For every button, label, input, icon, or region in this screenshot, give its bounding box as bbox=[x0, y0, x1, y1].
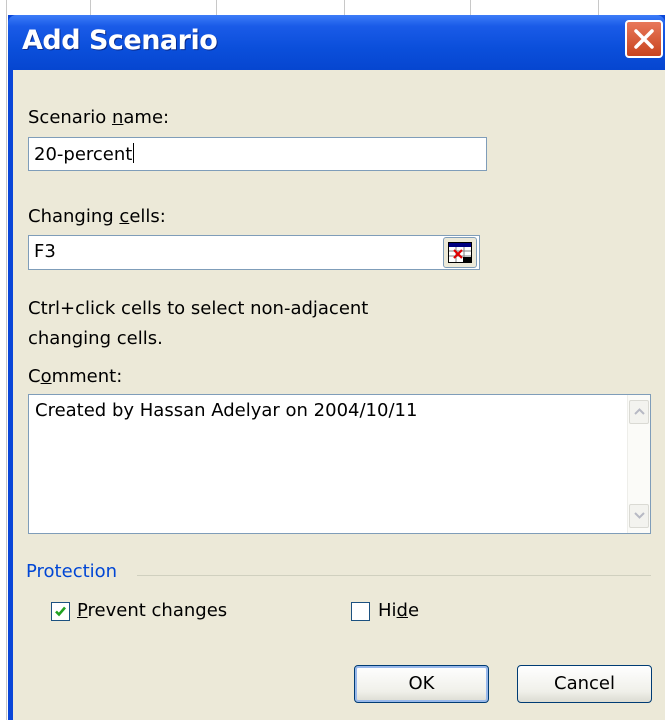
scroll-down-button[interactable] bbox=[629, 504, 649, 528]
title-bar[interactable]: Add Scenario bbox=[8, 15, 665, 70]
changing-cells-hint-line2: changing cells. bbox=[28, 328, 163, 349]
changing-cells-input[interactable]: F3 bbox=[28, 235, 480, 270]
range-selector-icon bbox=[448, 242, 472, 263]
hide-label[interactable]: Hide bbox=[378, 600, 419, 621]
scroll-down-icon bbox=[634, 512, 645, 519]
close-icon bbox=[634, 29, 654, 49]
changing-cells-label: Changing cells: bbox=[28, 206, 166, 227]
prevent-changes-label[interactable]: Prevent changes bbox=[77, 600, 227, 621]
cancel-button[interactable]: Cancel bbox=[517, 665, 652, 703]
comment-text: Created by Hassan Adelyar on 2004/10/11 bbox=[35, 400, 418, 421]
scenario-name-label: Scenario name: bbox=[28, 107, 170, 128]
add-scenario-dialog: Add Scenario Scenario name: 20-percent C… bbox=[8, 15, 665, 720]
comment-textarea[interactable]: Created by Hassan Adelyar on 2004/10/11 bbox=[28, 394, 651, 534]
comment-scrollbar[interactable] bbox=[627, 395, 650, 533]
spreadsheet-gridline bbox=[6, 0, 7, 720]
changing-cells-hint-line1: Ctrl+click cells to select non-adjacent bbox=[28, 298, 369, 319]
dialog-body: Scenario name: 20-percent Changing cells… bbox=[13, 70, 665, 720]
hide-checkbox[interactable] bbox=[351, 602, 370, 621]
comment-label: Comment: bbox=[28, 366, 123, 387]
scroll-up-button[interactable] bbox=[629, 400, 649, 424]
scenario-name-input[interactable]: 20-percent bbox=[28, 137, 487, 171]
ok-button[interactable]: OK bbox=[354, 665, 489, 703]
scroll-up-icon bbox=[634, 408, 645, 415]
range-selector-button[interactable] bbox=[443, 237, 477, 268]
prevent-changes-checkbox[interactable] bbox=[51, 602, 70, 621]
dialog-title: Add Scenario bbox=[22, 25, 218, 56]
protection-group-label: Protection bbox=[26, 561, 118, 582]
checkmark-icon bbox=[55, 606, 66, 617]
close-button[interactable] bbox=[625, 20, 663, 58]
text-caret bbox=[133, 143, 135, 163]
protection-group-divider bbox=[137, 575, 651, 576]
